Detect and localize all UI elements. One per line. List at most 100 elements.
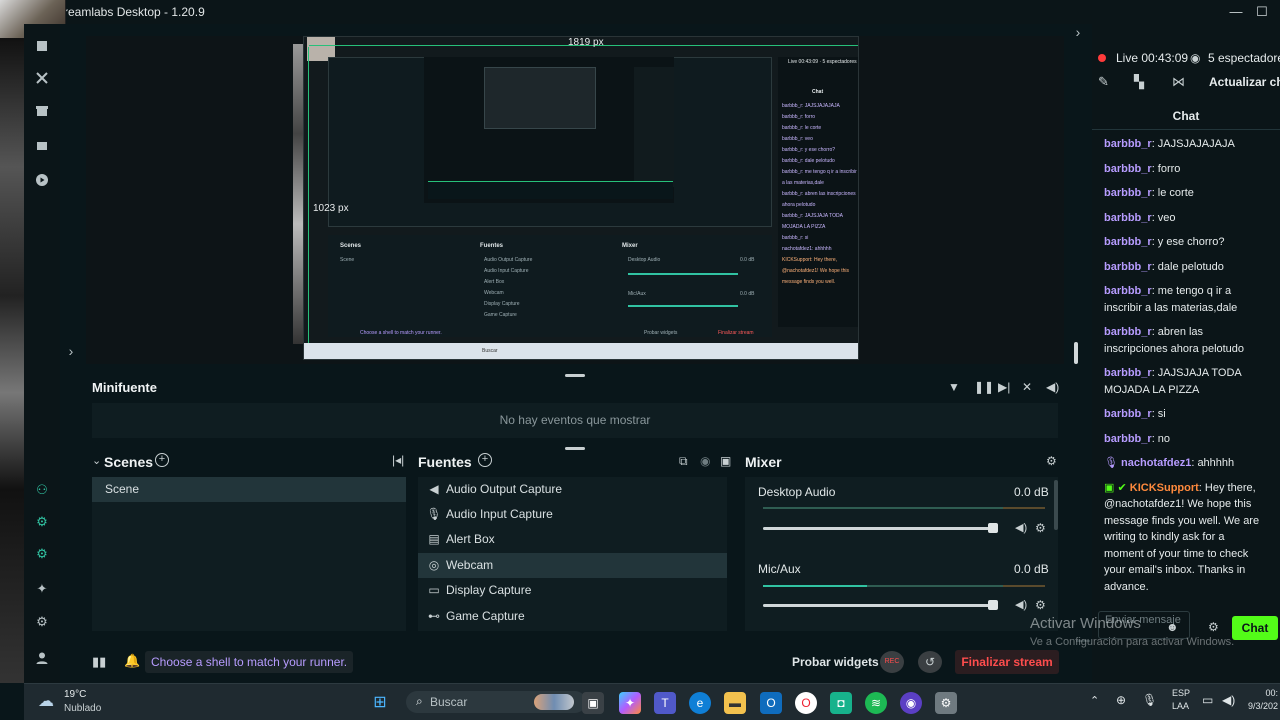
emoji-icon[interactable]: ☻ xyxy=(1166,620,1179,634)
chat-username[interactable]: barbbb_r xyxy=(1104,408,1152,420)
share-icon[interactable]: ⋈ xyxy=(1172,74,1185,90)
editor-icon[interactable] xyxy=(24,32,60,58)
source-folder-icon[interactable]: ▣ xyxy=(720,454,731,468)
obs-icon[interactable]: ◉ xyxy=(900,692,922,714)
chat-username[interactable]: barbbb_r xyxy=(1104,138,1152,150)
add-scene-button[interactable]: + xyxy=(155,453,169,467)
display-capture-preview[interactable]: Scenes Fuentes Mixer Scene Audio Output … xyxy=(303,36,859,360)
source-group-icon[interactable]: ⧉ xyxy=(679,454,688,469)
tools-icon[interactable] xyxy=(24,64,60,90)
teams-icon[interactable]: T xyxy=(654,692,676,714)
volume-icon[interactable]: ◀) xyxy=(1046,380,1059,394)
shell-hint[interactable]: Choose a shell to match your runner. xyxy=(145,651,354,673)
source-row[interactable]: ▭ Display Capture xyxy=(418,578,727,603)
copilot-icon[interactable]: ✦ xyxy=(619,692,641,714)
clock-date[interactable]: 9/3/202 xyxy=(1236,701,1278,711)
layout-icon[interactable] xyxy=(24,132,60,158)
source-row[interactable]: ⊷ Game Capture xyxy=(418,604,727,629)
windows-start-icon[interactable]: ⊞ xyxy=(369,692,391,714)
record-button[interactable]: REC xyxy=(880,651,904,673)
chat-username[interactable]: barbbb_r xyxy=(1104,433,1152,445)
source-row[interactable]: 🎙 Audio Input Capture xyxy=(418,502,727,527)
settings-icon[interactable]: ⚙ xyxy=(24,609,60,635)
speaker-icon[interactable]: ◀) xyxy=(1015,598,1027,611)
sparkle-icon[interactable]: ✦ xyxy=(24,576,60,602)
pause-icon[interactable]: ❚❚ xyxy=(974,380,994,394)
source-row-selected[interactable]: ◎ Webcam xyxy=(418,553,727,578)
cloud-icon[interactable]: ☁ xyxy=(38,691,54,711)
speaker-icon[interactable]: ◀) xyxy=(1015,521,1027,534)
dock-resize-handle[interactable] xyxy=(565,374,585,377)
expand-left-chevron-icon[interactable]: › xyxy=(60,340,82,362)
play-icon[interactable] xyxy=(24,166,60,192)
scene-item[interactable]: Scene xyxy=(92,477,406,502)
chat-username[interactable]: barbbb_r xyxy=(1104,163,1152,175)
chevron-down-icon[interactable]: ⌄ xyxy=(92,454,101,467)
streamlabs-icon[interactable]: ◘ xyxy=(830,692,852,714)
chat-username[interactable]: nachotafdez1 xyxy=(1121,457,1191,469)
stream-settings-icon[interactable]: ⚙ xyxy=(24,509,60,535)
chat-username[interactable]: barbbb_r xyxy=(1104,285,1152,297)
mixer-settings-icon[interactable]: ⚙ xyxy=(1046,454,1057,468)
chat-tab[interactable]: Chat xyxy=(1092,102,1280,130)
chat-settings-icon[interactable]: ⚙ xyxy=(1208,620,1219,634)
task-view-icon[interactable]: ▣ xyxy=(582,692,604,714)
language-secondary[interactable]: LAA xyxy=(1172,701,1189,711)
minimize-button[interactable]: — xyxy=(1224,2,1248,22)
channel-settings-icon[interactable]: ⚙ xyxy=(1035,521,1046,535)
source-link-icon[interactable]: ◉ xyxy=(700,454,710,468)
dock-resize-handle-2[interactable] xyxy=(565,447,585,450)
taskbar-search-box[interactable]: ⌕ Buscar xyxy=(406,691,586,713)
mute-alerts-icon[interactable]: ✕ xyxy=(1022,380,1032,394)
filter-icon[interactable]: ▼ xyxy=(948,380,960,394)
skip-icon[interactable]: ▶| xyxy=(998,380,1010,394)
highlighter-icon[interactable]: ⚙ xyxy=(24,541,60,567)
channel-settings-icon[interactable]: ⚙ xyxy=(1035,598,1046,612)
language-primary[interactable]: ESP xyxy=(1172,688,1190,698)
desktop-volume-track[interactable] xyxy=(763,527,995,530)
collab-icon[interactable]: ⚇ xyxy=(24,477,60,503)
scene-transition-icon[interactable]: |◂| xyxy=(392,453,404,467)
stream-info-icon[interactable]: ▚ xyxy=(1134,74,1144,90)
edge-icon[interactable]: e xyxy=(689,692,711,714)
tray-app-icon[interactable]: ⊕ xyxy=(1116,693,1126,707)
chat-username[interactable]: barbbb_r xyxy=(1104,212,1152,224)
weather-desc[interactable]: Nublado xyxy=(64,703,101,714)
mic-volume-thumb[interactable] xyxy=(988,600,998,610)
desktop-volume-thumb[interactable] xyxy=(988,523,998,533)
edit-icon[interactable]: ✎ xyxy=(1098,74,1109,90)
send-chat-button[interactable]: Chat xyxy=(1232,616,1278,640)
end-stream-button[interactable]: Finalizar stream xyxy=(955,650,1059,674)
chat-username[interactable]: KICKSupport xyxy=(1130,482,1199,494)
opera-icon[interactable]: O xyxy=(795,692,817,714)
settings-app-icon[interactable]: ⚙ xyxy=(935,692,957,714)
stats-icon[interactable]: ▮▮ xyxy=(92,654,106,670)
volume-tray-icon[interactable]: ◀) xyxy=(1222,693,1235,707)
source-row[interactable]: ◀ Audio Output Capture xyxy=(418,477,727,502)
outlook-icon[interactable]: O xyxy=(760,692,782,714)
chat-username[interactable]: barbbb_r xyxy=(1104,236,1152,248)
source-row[interactable]: ▤ Alert Box xyxy=(418,527,727,552)
chat-username[interactable]: barbbb_r xyxy=(1104,367,1152,379)
test-widgets-button[interactable]: Probar widgets xyxy=(792,655,879,669)
update-chat-button[interactable]: Actualizar chat xyxy=(1209,75,1280,89)
chat-username[interactable]: barbbb_r xyxy=(1104,187,1152,199)
spotify-icon[interactable]: ≋ xyxy=(865,692,887,714)
collapse-right-chevron-icon[interactable]: › xyxy=(1070,24,1086,42)
tray-mic-icon[interactable]: 🎙 xyxy=(1142,693,1157,707)
chat-username[interactable]: barbbb_r xyxy=(1104,326,1152,338)
chat-username[interactable]: barbbb_r xyxy=(1104,261,1152,273)
maximize-button[interactable]: ☐ xyxy=(1250,2,1274,22)
network-icon[interactable]: ▭ xyxy=(1202,693,1213,707)
mic-volume-track[interactable] xyxy=(763,604,995,607)
replay-buffer-icon[interactable]: ↺ xyxy=(918,651,942,673)
clock-time[interactable]: 00: xyxy=(1252,688,1278,698)
weather-temp[interactable]: 19°C xyxy=(64,689,86,700)
profile-icon[interactable] xyxy=(24,644,60,670)
mixer-scrollbar[interactable] xyxy=(1054,480,1058,530)
file-explorer-icon[interactable]: ▬ xyxy=(724,692,746,714)
add-source-button[interactable]: + xyxy=(478,453,492,467)
tray-chevron-icon[interactable]: ⌃ xyxy=(1090,694,1099,707)
notifications-icon[interactable]: 🔔 xyxy=(124,653,140,669)
editor-scrollbar[interactable] xyxy=(1074,342,1078,364)
